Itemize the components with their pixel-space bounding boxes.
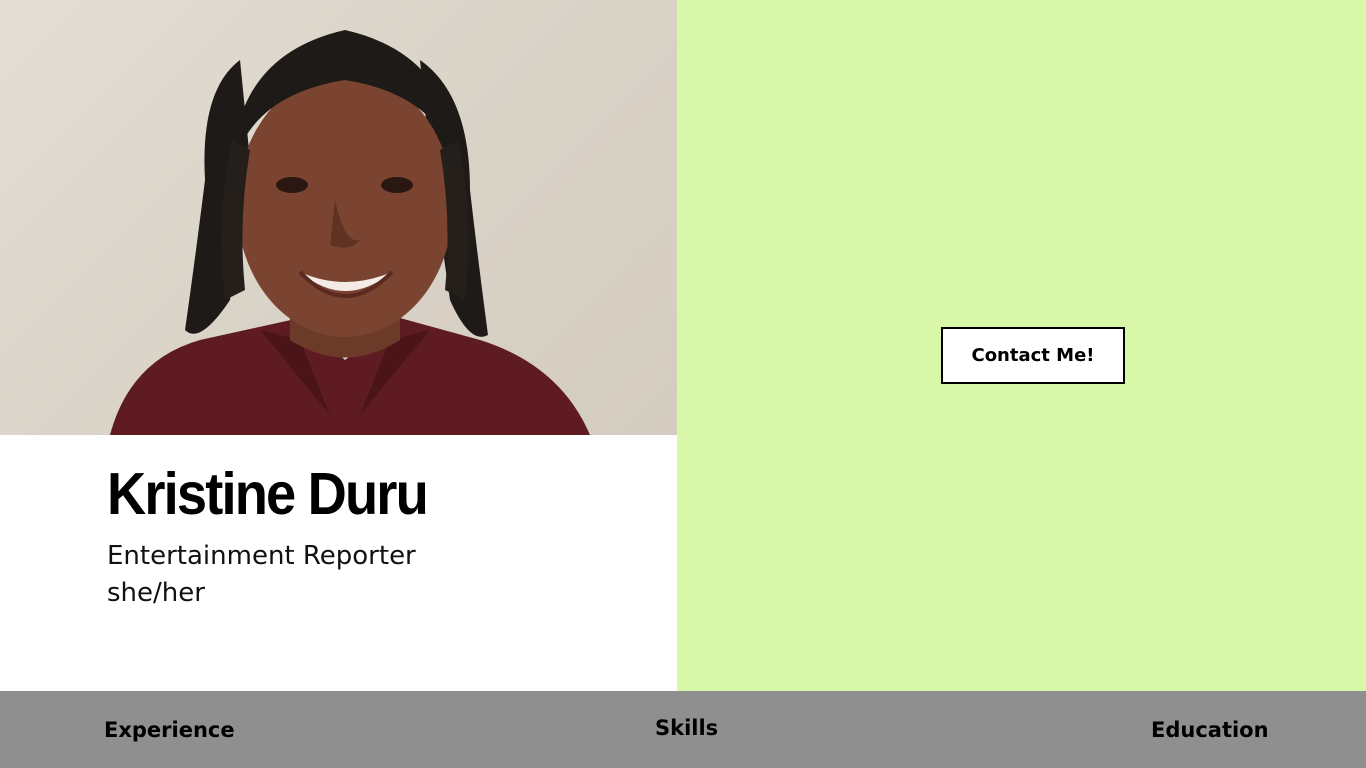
nav-item-skills[interactable]: Skills xyxy=(655,718,718,739)
profile-name: Kristine Duru xyxy=(107,461,429,527)
bottom-nav: Experience Skills Education xyxy=(0,691,1366,768)
nav-item-experience[interactable]: Experience xyxy=(104,720,235,741)
profile-role: Entertainment Reporter xyxy=(107,541,416,571)
contact-button[interactable]: Contact Me! xyxy=(941,327,1125,384)
profile-photo-illustration xyxy=(110,30,590,435)
contact-panel: Contact Me! xyxy=(677,0,1366,691)
profile-photo xyxy=(0,0,677,435)
nav-item-education[interactable]: Education xyxy=(1151,720,1269,741)
profile-info: Kristine Duru Entertainment Reporter she… xyxy=(0,435,677,691)
profile-pronouns: she/her xyxy=(107,578,205,608)
